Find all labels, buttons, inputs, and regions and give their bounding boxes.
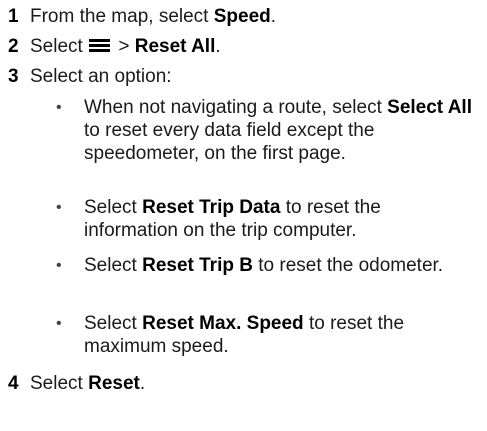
bullet-text: Select Reset Max. Speed to reset the max… (84, 313, 405, 357)
step-1: 1 From the map, select Speed. (0, 5, 276, 28)
step-number: 3 (8, 66, 19, 87)
bullet-item: • Select Reset Trip B to reset the odome… (56, 254, 476, 277)
bullet-dot: • (56, 199, 62, 216)
menu-icon (89, 39, 111, 53)
bullet-dot: • (56, 99, 62, 116)
step-2: 2 Select > Reset All. (0, 35, 221, 58)
bold-term: Speed (213, 6, 271, 27)
step-text: Select > Reset All. (30, 36, 221, 57)
bullet-item: • When not navigating a route, select Se… (56, 96, 476, 165)
bullet-dot: • (56, 315, 62, 332)
step-number: 1 (8, 6, 19, 27)
bold-term: Reset All (134, 36, 216, 57)
step-4: 4 Select Reset. (0, 372, 145, 395)
instruction-page: 1 From the map, select Speed. 2 Select >… (0, 0, 487, 431)
step-3: 3 Select an option: (0, 65, 172, 88)
bullet-item: • Select Reset Max. Speed to reset the m… (56, 312, 476, 358)
step-text: Select Reset. (30, 373, 146, 394)
bullet-text: Select Reset Trip B to reset the odomete… (84, 255, 444, 276)
bullet-text: When not navigating a route, select Sele… (84, 97, 472, 164)
bold-term: Select All (387, 97, 472, 118)
bullet-text: Select Reset Trip Data to reset the info… (84, 197, 381, 241)
bold-term: Reset (88, 373, 140, 394)
bold-term: Reset Trip Data (142, 197, 281, 218)
bullet-dot: • (56, 257, 62, 274)
step-number: 4 (8, 373, 19, 394)
bullet-item: • Select Reset Trip Data to reset the in… (56, 196, 476, 242)
bold-term: Reset Trip B (142, 255, 253, 276)
step-text: From the map, select Speed. (30, 6, 277, 27)
step-text: Select an option: (30, 66, 172, 87)
step-number: 2 (8, 36, 19, 57)
bold-term: Reset Max. Speed (142, 313, 304, 334)
